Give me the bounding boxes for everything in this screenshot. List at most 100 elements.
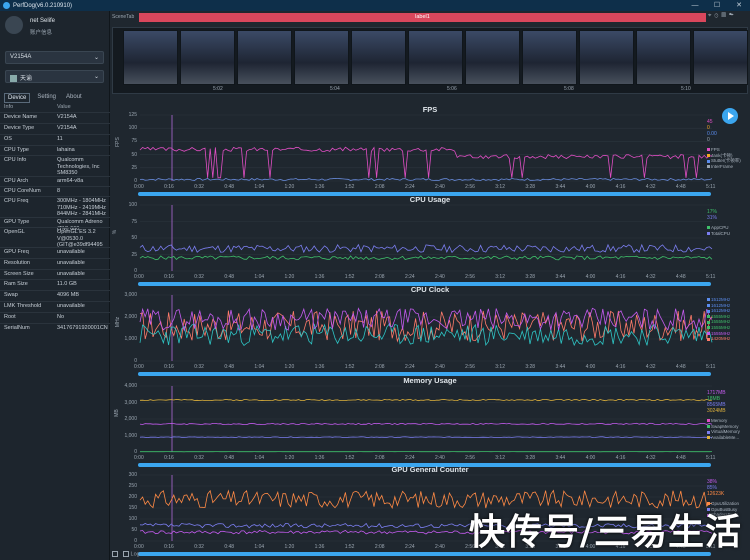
screenshot-strip[interactable]: 5:02 5:04 5:06 5:08 5:10 [112, 27, 748, 94]
device-select[interactable]: V2154A ⌄ [5, 51, 104, 64]
screenshot-thumbnail[interactable] [237, 30, 292, 85]
screenshot-thumbnail[interactable] [693, 30, 748, 85]
row-divider [0, 290, 110, 291]
x-tick-label: 2:56 [465, 274, 475, 280]
legend-item[interactable]: VirtualMemory [707, 429, 740, 434]
table-row: CPU Info Qualcomm Technologies, Inc SM835… [4, 157, 108, 177]
y-tick-label: 3,000 [124, 292, 137, 298]
row-key: OS [4, 136, 12, 142]
row-divider [0, 123, 110, 124]
chart-plot[interactable] [139, 385, 713, 453]
legend-item[interactable]: InterFrame [707, 164, 733, 169]
screenshot-thumbnail[interactable] [579, 30, 634, 85]
legend-item[interactable]: 1555MHz [707, 314, 730, 319]
y-axis-unit: MB [113, 409, 120, 417]
legend-item[interactable]: 1555MHz [707, 319, 730, 324]
scene-label: label1 [415, 14, 430, 20]
legend-swatch [707, 159, 710, 163]
chart-panel: FPS FPS 125 100 75 50 25 0 0:00 0:16 0:32 0:48 1:04 1… [110, 103, 750, 196]
watermark: 快传号/三易生活 [468, 512, 742, 553]
current-value: 0 [707, 137, 710, 143]
legend-item[interactable]: 1555MHz [707, 325, 730, 330]
legend-item[interactable]: TotalCPU [707, 231, 730, 236]
row-key: CPU Freq [4, 198, 29, 204]
legend-label: 1555MHz [711, 319, 731, 325]
avatar[interactable] [5, 16, 23, 34]
close-button[interactable]: ✕ [728, 0, 750, 11]
log-checkbox[interactable] [122, 551, 129, 557]
x-tick-label: 1:52 [344, 184, 355, 190]
row-key: CPU Info [4, 157, 27, 163]
tab-device[interactable]: Device [4, 93, 31, 103]
app-select[interactable]: 天谕 ⌄ [5, 70, 104, 83]
y-tick-label: 1,000 [124, 336, 137, 342]
y-tick-label: 300 [128, 472, 137, 478]
legend-item[interactable]: 1612MHz [707, 308, 730, 313]
x-tick-label: 3:28 [525, 184, 536, 190]
legend-swatch [707, 315, 710, 319]
screenshot-thumbnail[interactable] [294, 30, 349, 85]
screenshot-thumbnail[interactable] [465, 30, 520, 85]
legend-item[interactable]: FPS [707, 147, 720, 152]
header-info: Info [4, 104, 14, 110]
x-tick-label: 0:16 [164, 544, 174, 550]
y-axis-unit: FPS [114, 137, 121, 147]
tab-about[interactable]: About [63, 93, 85, 103]
screenshot-thumbnail[interactable] [636, 30, 691, 85]
row-key: Ram Size [4, 281, 28, 287]
legend-item[interactable]: SwapMemory [707, 424, 739, 429]
legend-item[interactable]: 1512MHz [707, 297, 730, 302]
play-button[interactable] [722, 108, 738, 124]
row-value: No [57, 314, 65, 320]
maximize-button[interactable]: ☐ [706, 0, 728, 11]
legend-swatch [707, 303, 710, 307]
legend-item[interactable]: 1555MHz [707, 331, 730, 336]
row-value: V2154A [57, 125, 77, 131]
legend-item[interactable]: AppCPU [707, 225, 729, 230]
series-line [139, 243, 713, 254]
chart-plot[interactable] [139, 204, 713, 272]
x-tick-label: 1:20 [284, 364, 295, 370]
screenshot-thumbnail[interactable] [522, 30, 577, 85]
chart-plot[interactable] [139, 294, 713, 362]
chevron-down-icon: ⌄ [93, 55, 99, 61]
row-key: Swap [4, 292, 18, 298]
row-key: Device Name [4, 114, 38, 120]
chart-title: CPU Clock [410, 285, 450, 294]
chart-title: Memory Usage [403, 376, 457, 385]
scene-label-bar[interactable]: label1 [139, 13, 706, 22]
y-tick-label: 2,000 [124, 314, 137, 320]
screenshot-thumbnail[interactable] [351, 30, 406, 85]
x-tick-label: 4:16 [615, 364, 626, 370]
row-divider [0, 196, 110, 197]
x-tick-label: 3:44 [555, 364, 566, 370]
log-toggle-icon[interactable] [112, 551, 118, 557]
legend-item[interactable]: AvailableMe... [707, 435, 739, 440]
legend-label: SwapMemory [711, 423, 739, 429]
tab-setting[interactable]: Setting [34, 93, 59, 103]
cloud-icon[interactable]: ☁ [729, 13, 737, 19]
chart-panel: CPU Clock MHz 3,000 2,000 1,000 0 0:00 0:16 0:32… [110, 283, 750, 376]
chart-icon[interactable]: ▤ [721, 13, 729, 19]
chart-panel: Memory Usage MB 4,000 3,000 2,000 1,000 0 0:00 0… [110, 374, 750, 467]
legend-item[interactable]: 1420MHz [707, 336, 730, 341]
x-tick-label: 3:12 [495, 455, 505, 461]
y-tick-label: 50 [131, 527, 137, 533]
legend-item[interactable]: Memory [707, 418, 727, 423]
x-tick-label: 0:48 [224, 455, 235, 461]
x-tick-label: 4:00 [585, 274, 596, 280]
account-info-link[interactable]: 账户信息 [30, 28, 52, 36]
legend-label: 1555MHz [711, 313, 731, 319]
legend-swatch [707, 326, 710, 330]
y-tick-label: 100 [128, 125, 137, 132]
legend-swatch [707, 226, 710, 230]
minimize-button[interactable]: — [684, 0, 706, 11]
screenshot-thumbnail[interactable] [180, 30, 235, 85]
screenshot-thumbnail[interactable] [123, 30, 178, 85]
x-tick-label: 0:48 [224, 544, 235, 550]
screenshot-thumbnail[interactable] [408, 30, 463, 85]
legend-swatch [707, 153, 710, 157]
chart-plot[interactable] [139, 114, 713, 182]
thumbnail-time: 5:08 [564, 86, 574, 92]
legend-item[interactable]: 1612MHz [707, 303, 730, 308]
